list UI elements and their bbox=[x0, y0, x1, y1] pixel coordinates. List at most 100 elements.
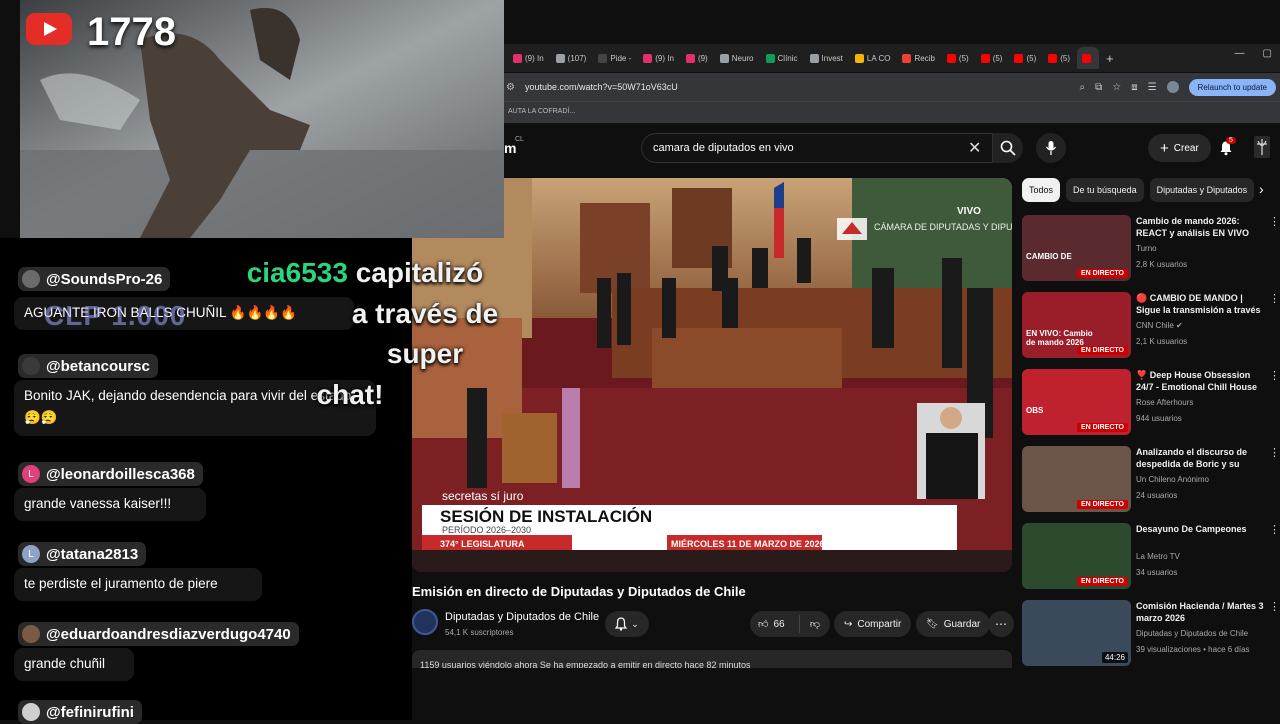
maximize-icon[interactable]: ▢ bbox=[1263, 48, 1272, 59]
clear-search-icon[interactable]: ✕ bbox=[968, 138, 981, 158]
browser-tab[interactable]: Invest bbox=[805, 47, 848, 69]
chip-2[interactable]: Diputadas y Diputados bbox=[1149, 178, 1255, 202]
tab-favicon-icon bbox=[1048, 53, 1058, 63]
recommendation-title[interactable]: Analizando el discurso de despedida de B… bbox=[1136, 446, 1266, 472]
address-bar[interactable]: ⚙ youtube.com/watch?v=50W71oV63cU ⌕ ⧉ ☆ … bbox=[504, 73, 1280, 101]
voice-search-button[interactable] bbox=[1036, 133, 1066, 163]
more-vert-icon[interactable]: ⋮ bbox=[1269, 292, 1280, 305]
recommendation-item[interactable]: OBS EN DIRECTO ❣️ Deep House Obsession 24/… bbox=[1022, 369, 1280, 439]
browser-tab[interactable]: (5) bbox=[1009, 47, 1041, 69]
chevron-right-icon[interactable]: › bbox=[1259, 181, 1264, 197]
dislike-button[interactable]: 👎︎ bbox=[800, 618, 830, 630]
more-actions-button[interactable]: ⋯ bbox=[988, 611, 1014, 637]
extensions-icon[interactable]: ⧈ bbox=[1131, 82, 1137, 93]
more-vert-icon[interactable]: ⋮ bbox=[1269, 446, 1280, 459]
browser-tab[interactable]: (107) bbox=[551, 47, 592, 69]
recommendation-title[interactable]: Desayuno De Campeones bbox=[1136, 523, 1266, 535]
description-box[interactable]: 1159 usuarios viéndolo ahora Se ha empez… bbox=[412, 650, 1012, 668]
browser-tab[interactable]: (9) In bbox=[638, 47, 679, 69]
relaunch-button[interactable]: Relaunch to update bbox=[1188, 78, 1276, 96]
more-vert-icon[interactable]: ⋮ bbox=[1269, 600, 1280, 613]
browser-tab[interactable]: Recib bbox=[897, 47, 939, 69]
chat-message: grande chuñil bbox=[14, 648, 134, 682]
more-vert-icon[interactable]: ⋮ bbox=[1269, 523, 1280, 536]
create-button[interactable]: + Crear bbox=[1148, 134, 1211, 162]
video-thumbnail[interactable]: CAMBIO DE EN DIRECTO bbox=[1022, 215, 1131, 281]
tab-favicon-icon bbox=[946, 53, 956, 63]
video-thumbnail[interactable]: 44:26 bbox=[1022, 600, 1131, 666]
browser-tab[interactable]: (9) In bbox=[508, 47, 549, 69]
share-button[interactable]: ↪ Compartir bbox=[834, 611, 912, 637]
recommendation-title[interactable]: ❣️ Deep House Obsession 24/7 - Emotional… bbox=[1136, 369, 1266, 395]
zoom-icon[interactable]: ⌕ bbox=[1080, 82, 1086, 93]
recommendation-channel[interactable]: La Metro TV bbox=[1136, 552, 1180, 561]
share-label: Compartir bbox=[857, 618, 902, 630]
browser-tab[interactable]: (5) bbox=[1043, 47, 1075, 69]
recommendation-channel[interactable]: Rose Afterhours bbox=[1136, 398, 1193, 407]
chat-avatar bbox=[22, 703, 40, 721]
browser-tab[interactable]: (9) bbox=[681, 47, 713, 69]
account-avatar[interactable] bbox=[1252, 136, 1272, 158]
recommendation-item[interactable]: 44:26 Comisión Hacienda / Martes 3 marzo … bbox=[1022, 600, 1280, 670]
bookmark-item[interactable]: AUTA LA COFRADÍ... bbox=[508, 108, 575, 115]
minimize-icon[interactable]: — bbox=[1235, 48, 1245, 59]
tab-favicon-icon bbox=[513, 53, 522, 63]
video-thumbnail[interactable]: OBS EN DIRECTO bbox=[1022, 369, 1131, 435]
recommendation-title[interactable]: Comisión Hacienda / Martes 3 marzo 2026 bbox=[1136, 600, 1266, 624]
recommendation-channel[interactable]: CNN Chile ✔ bbox=[1136, 321, 1183, 330]
chat-username-badge: @eduardoandresdiazverdugo4740 bbox=[18, 622, 299, 646]
tab-favicon-icon bbox=[643, 53, 653, 63]
more-vert-icon[interactable]: ⋮ bbox=[1269, 369, 1280, 382]
recommendation-channel[interactable]: Diputadas y Diputados de Chile bbox=[1136, 629, 1248, 638]
new-tab-icon[interactable]: + bbox=[1101, 47, 1119, 69]
more-vert-icon[interactable]: ⋮ bbox=[1269, 215, 1280, 228]
video-thumbnail[interactable]: EN VIVO: Cambio de mando 2026 EN DIRECTO bbox=[1022, 292, 1131, 358]
recommendation-channel[interactable]: Un Chileno Anónimo bbox=[1136, 475, 1209, 484]
search-button[interactable] bbox=[993, 133, 1023, 163]
recommendation-title[interactable]: Cambio de mando 2026: REACT y análisis E… bbox=[1136, 215, 1266, 241]
recommendation-item[interactable]: CAMBIO DE EN DIRECTO Cambio de mando 2026:… bbox=[1022, 215, 1280, 285]
chamber-tag: CÁMARA DE DIPUTADAS Y DIPUTADOS bbox=[874, 222, 1012, 232]
chip-1[interactable]: De tu búsqueda bbox=[1066, 178, 1144, 202]
install-icon[interactable]: ⧉ bbox=[1095, 82, 1102, 93]
search-input[interactable]: camara de diputados en vivo bbox=[641, 133, 993, 163]
browser-tab[interactable]: (5) bbox=[942, 47, 974, 69]
recommendation-title[interactable]: 🔴 CAMBIO DE MANDO | Sigue la transmisión… bbox=[1136, 292, 1266, 318]
recommendation-item[interactable]: EN DIRECTO Desayuno De Campeones La Metro … bbox=[1022, 523, 1280, 593]
subscription-bell-button[interactable]: ⌄ bbox=[605, 611, 649, 637]
video-thumbnail[interactable]: EN DIRECTO bbox=[1022, 523, 1131, 589]
chat-message-text: te perdiste el juramento de piere bbox=[24, 576, 218, 591]
browser-tab[interactable]: (5) bbox=[976, 47, 1008, 69]
superchat-alert: cia6533 capitalizó a través de super cha… bbox=[220, 253, 510, 415]
chat-username-badge: @betancoursc bbox=[18, 354, 158, 378]
reading-list-icon[interactable]: ☰ bbox=[1148, 82, 1157, 93]
channel-name[interactable]: Diputadas y Diputados de Chile bbox=[445, 611, 599, 623]
tab-label: (9) In bbox=[525, 53, 544, 63]
create-label: Crear bbox=[1173, 142, 1199, 154]
bookmark-star-icon[interactable]: ☆ bbox=[1112, 82, 1121, 93]
site-info-icon[interactable]: ⚙ bbox=[506, 82, 515, 93]
banner-period: PERÍODO 2026–2030 bbox=[442, 525, 531, 535]
browser-tab[interactable]: Clínic bbox=[761, 47, 803, 69]
url-text[interactable]: youtube.com/watch?v=50W71oV63cU bbox=[525, 82, 678, 92]
tab-favicon-icon bbox=[765, 53, 775, 63]
chip-0[interactable]: Todos bbox=[1022, 178, 1061, 202]
tab-favicon-icon bbox=[598, 53, 608, 63]
save-button[interactable]: 🔖︎ Guardar bbox=[916, 611, 991, 637]
channel-avatar[interactable] bbox=[412, 609, 438, 635]
profile-icon[interactable] bbox=[1166, 81, 1179, 93]
video-thumbnail[interactable]: EN DIRECTO bbox=[1022, 446, 1131, 512]
recommendation-meta: 39 visualizaciones • hace 6 días bbox=[1136, 645, 1250, 654]
browser-tab[interactable]: LA CO bbox=[850, 47, 896, 69]
recommendation-item[interactable]: EN VIVO: Cambio de mando 2026 EN DIRECTO 🔴… bbox=[1022, 292, 1280, 362]
browser-tab[interactable] bbox=[1077, 47, 1100, 69]
recommendation-channel[interactable]: Turno bbox=[1136, 244, 1157, 253]
superchat-word: chat! bbox=[316, 378, 384, 410]
browser-tab-strip: (9) In (107) Pide - (9) In (9) Neuro Clínic Inv… bbox=[504, 44, 1280, 72]
browser-tab[interactable]: Pide - bbox=[593, 47, 636, 69]
like-button[interactable]: 👍︎ 66 bbox=[750, 615, 800, 633]
recommendation-item[interactable]: EN DIRECTO Analizando el discurso de desp… bbox=[1022, 446, 1280, 516]
chat-username: @betancoursc bbox=[46, 357, 150, 375]
banner-date: MIÉRCOLES 11 DE MARZO DE 2026 bbox=[671, 539, 825, 549]
browser-tab[interactable]: Neuro bbox=[715, 47, 759, 69]
